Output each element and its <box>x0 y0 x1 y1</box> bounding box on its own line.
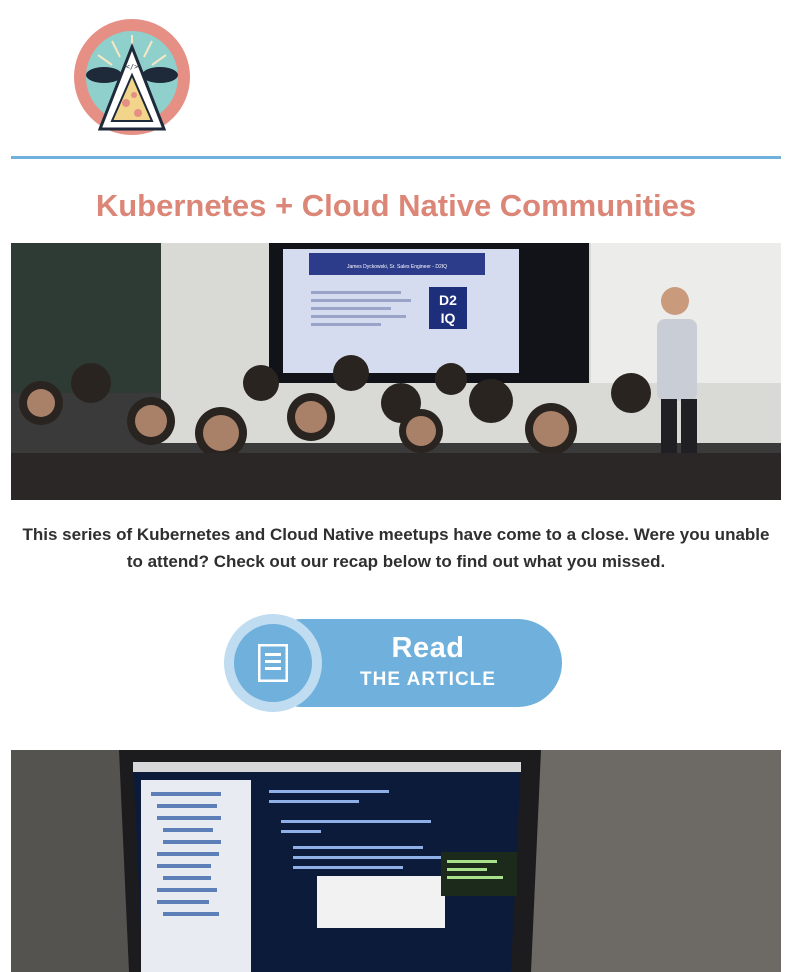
svg-text:D2: D2 <box>439 292 457 308</box>
page-headline: Kubernetes + Cloud Native Communities <box>95 188 697 223</box>
svg-text:IQ: IQ <box>441 310 456 326</box>
svg-text:</>: </> <box>126 63 139 71</box>
header-divider <box>11 156 781 159</box>
laptop-code-photo[interactable] <box>11 750 781 972</box>
svg-text:James Dyckowski, Sr. Sales Eng: James Dyckowski, Sr. Sales Engineer - D2… <box>347 264 447 270</box>
intro-text: This series of Kubernetes and Cloud Nati… <box>22 525 770 571</box>
button-sub-label[interactable]: THE ARTICLE <box>328 669 528 691</box>
i-am-cloud-native-logo[interactable]: </> <box>72 17 192 141</box>
document-icon <box>258 644 288 682</box>
button-read-label[interactable]: Read <box>328 632 528 665</box>
button-icon-ring[interactable] <box>224 614 322 712</box>
read-article-button[interactable]: Read THE ARTICLE <box>224 614 564 712</box>
meetup-photo[interactable]: James Dyckowski, Sr. Sales Engineer - D2… <box>11 243 781 500</box>
